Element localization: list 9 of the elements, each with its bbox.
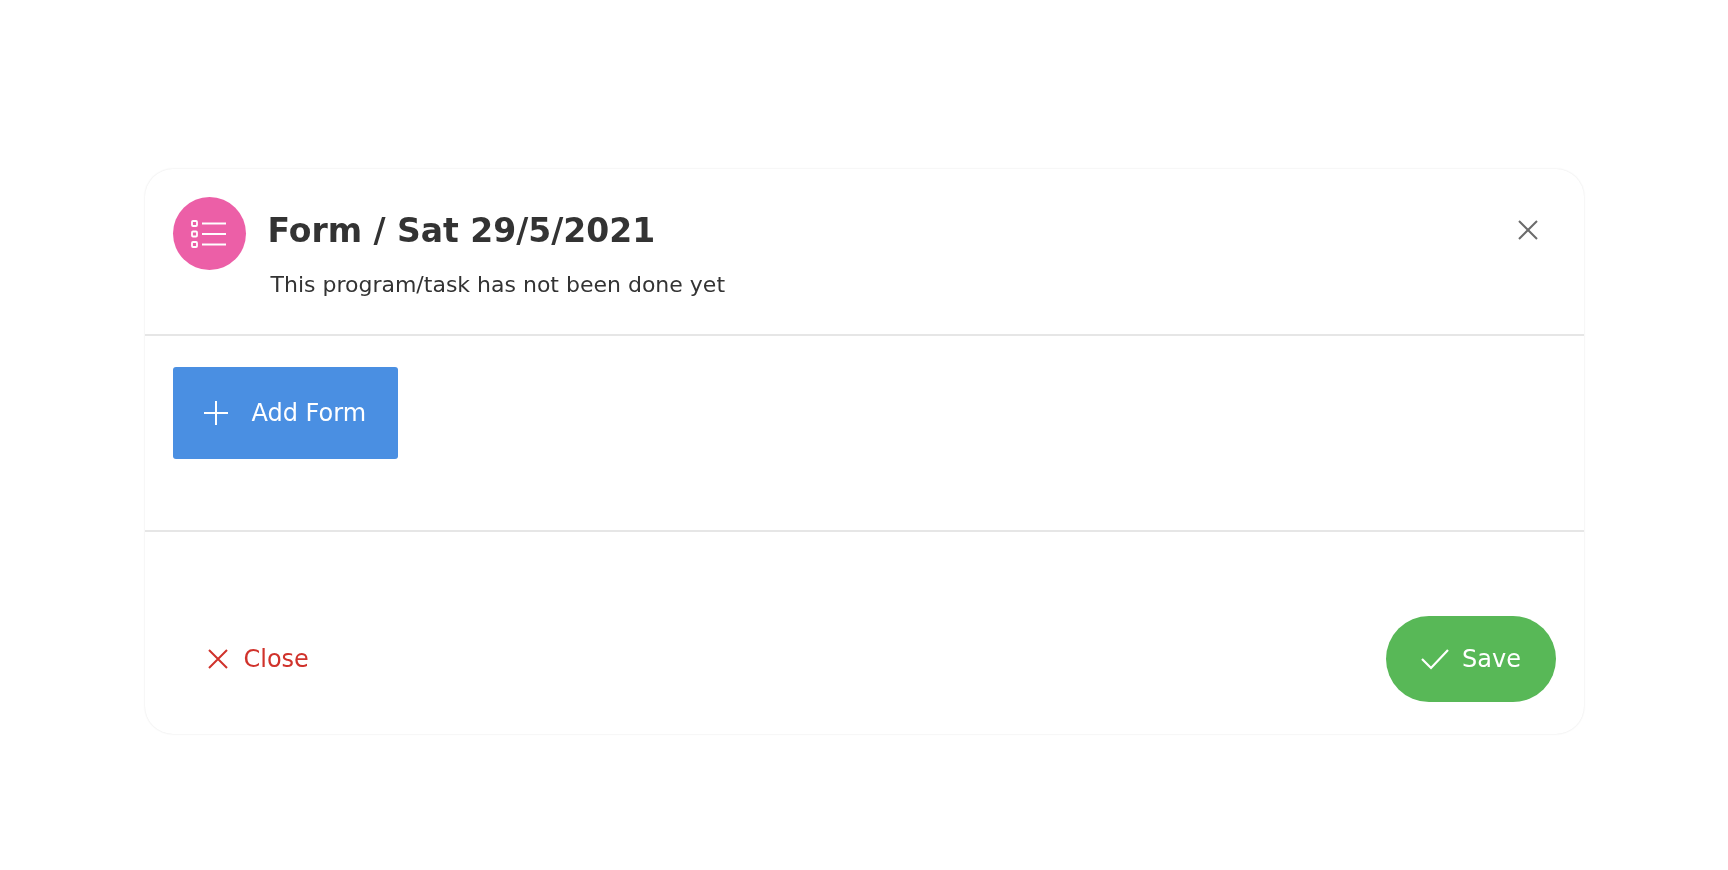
plus-icon bbox=[201, 399, 230, 427]
checkmark-icon bbox=[1420, 648, 1451, 670]
dialog-title: Form / Sat 29/5/2021 bbox=[267, 211, 657, 250]
close-button[interactable]: Close bbox=[196, 645, 319, 673]
save-button[interactable]: Save bbox=[1385, 616, 1556, 702]
add-form-button[interactable]: Add Form bbox=[172, 367, 398, 459]
dialog-subtitle: This program/task has not been done yet bbox=[269, 272, 727, 297]
close-icon bbox=[206, 648, 229, 670]
close-icon[interactable] bbox=[1516, 219, 1539, 241]
